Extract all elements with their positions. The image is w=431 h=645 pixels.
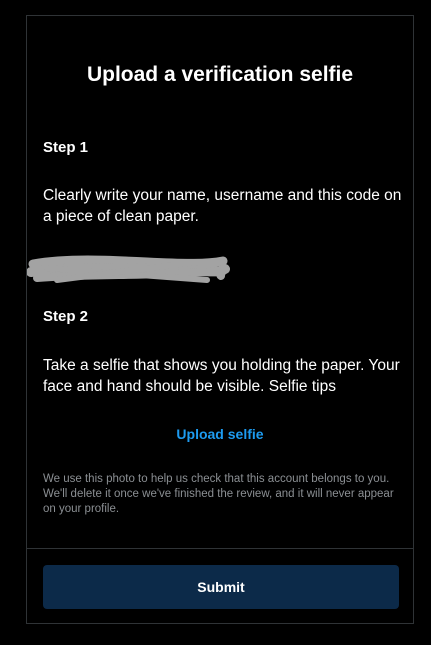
privacy-notice: We use this photo to help us check that … [43, 473, 394, 515]
step1-heading: Step 1 [43, 139, 89, 156]
footer-divider [27, 548, 413, 549]
redacted-code-scribble [27, 255, 230, 283]
submit-button[interactable]: Submit [43, 565, 399, 609]
verification-dialog: Upload a verification selfie Step 1 Clea… [26, 15, 414, 624]
step1-text: Clearly write your name, username and th… [43, 187, 402, 225]
step2-heading: Step 2 [43, 308, 89, 325]
step2-text: Take a selfie that shows you holding the… [43, 357, 400, 395]
upload-selfie-link[interactable]: Upload selfie [27, 424, 413, 444]
dialog-title: Upload a verification selfie [86, 63, 354, 86]
